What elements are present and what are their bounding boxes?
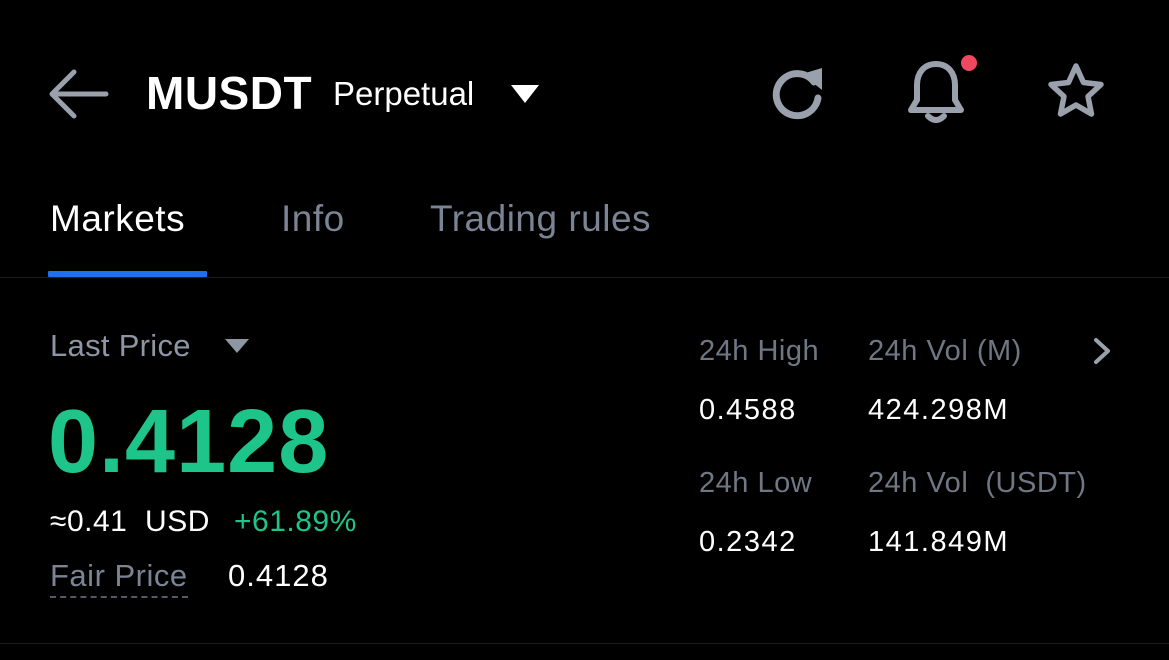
caret-down-icon[interactable] (510, 84, 540, 104)
refresh-icon (772, 68, 822, 120)
low-24h-value: 0.2342 (699, 526, 797, 558)
last-price-value: 0.4128 (48, 392, 330, 492)
tab-markets[interactable]: Markets (50, 196, 185, 242)
chevron-right-icon (1094, 338, 1110, 364)
tab-trading-rules[interactable]: Trading rules (430, 196, 651, 242)
divider (0, 277, 1169, 278)
favorite-button[interactable] (1044, 60, 1108, 124)
price-change-percent: +61.89% (234, 505, 357, 538)
symbol-title: MUSDT (146, 67, 313, 119)
low-24h-label: 24h Low (699, 467, 813, 499)
volume-m-value: 424.298M (868, 394, 1009, 426)
star-icon (1048, 63, 1104, 117)
bell-icon (908, 61, 964, 123)
divider (0, 643, 1169, 644)
volume-usdt-value: 141.849M (868, 526, 1009, 558)
volume-m-label: 24h Vol (M) (868, 335, 1022, 367)
arrow-left-icon (49, 69, 109, 119)
high-24h-label: 24h High (699, 335, 820, 367)
fair-price-value: 0.4128 (228, 558, 329, 593)
contract-type-selector[interactable]: Perpetual (333, 72, 474, 116)
fair-price-label[interactable]: Fair Price (50, 556, 188, 598)
caret-down-icon[interactable] (224, 338, 250, 354)
notification-dot (961, 55, 977, 71)
refresh-button[interactable] (766, 62, 830, 126)
more-stats-button[interactable] (1088, 334, 1116, 368)
tab-info[interactable]: Info (281, 196, 345, 242)
volume-usdt-label: 24h Vol (USDT) (868, 467, 1087, 499)
high-24h-value: 0.4588 (699, 394, 797, 426)
usd-equivalent: ≈0.41 USD (50, 505, 210, 538)
last-price-selector[interactable]: Last Price (50, 326, 191, 366)
back-button[interactable] (46, 66, 110, 122)
notifications-button[interactable] (904, 55, 977, 123)
